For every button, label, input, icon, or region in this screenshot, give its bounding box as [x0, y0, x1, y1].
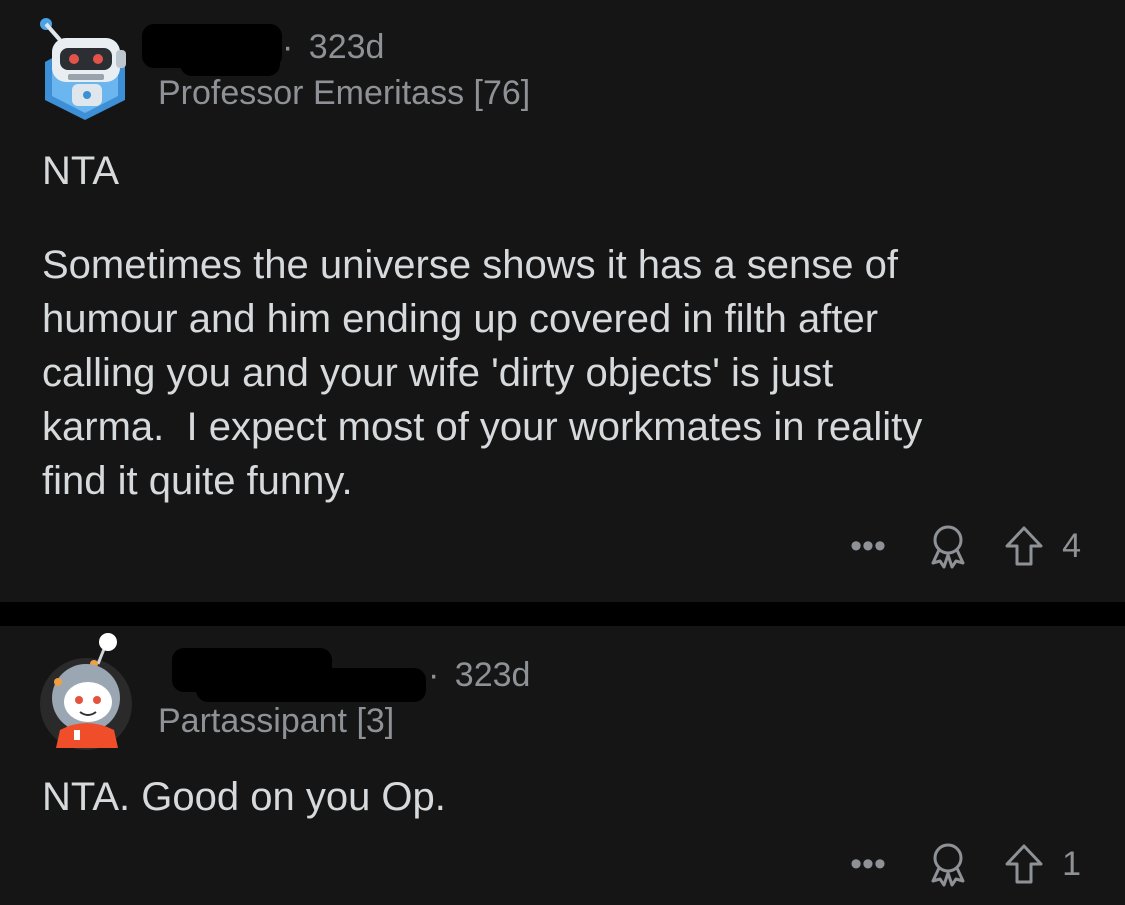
upvote-arrow-icon[interactable]: [999, 523, 1049, 569]
comment-body: Sometimes the universe shows it has a se…: [42, 243, 923, 503]
snoo-astronaut-avatar-icon[interactable]: [34, 630, 138, 750]
comment-meta: · 323d: [282, 28, 384, 67]
comment-actions: ••• 1: [843, 841, 1081, 887]
meta-separator: ·: [282, 28, 294, 66]
more-options-icon[interactable]: •••: [843, 529, 893, 563]
robot-avatar-icon[interactable]: [30, 10, 140, 120]
comment-actions: ••• 4: [843, 523, 1081, 569]
more-options-icon[interactable]: •••: [843, 847, 893, 881]
vote-count: 4: [1062, 526, 1081, 565]
comment-body-title: NTA: [42, 149, 120, 193]
vote-count: 1: [1062, 844, 1081, 883]
user-flair: Partassipant [3]: [158, 702, 395, 740]
comment-age: 323d: [454, 656, 531, 694]
comment-card: · 323d Partassipant [3] NTA. Good on you…: [0, 626, 1125, 905]
comment-card: · 323d Professor Emeritass [76] NTA Some…: [0, 0, 1125, 602]
comment-age: 323d: [308, 28, 385, 66]
meta-separator: ·: [428, 656, 440, 694]
award-icon[interactable]: [923, 841, 973, 887]
comment-separator: [0, 602, 1125, 626]
upvote-arrow-icon[interactable]: [999, 841, 1049, 887]
comment-meta: · 323d: [428, 656, 530, 695]
user-flair: Professor Emeritass [76]: [158, 74, 531, 112]
username-redacted-scribble: [180, 50, 280, 76]
award-icon[interactable]: [923, 523, 973, 569]
username-redacted-scribble: [196, 668, 426, 702]
comment-body: NTA. Good on you Op.: [42, 775, 446, 819]
